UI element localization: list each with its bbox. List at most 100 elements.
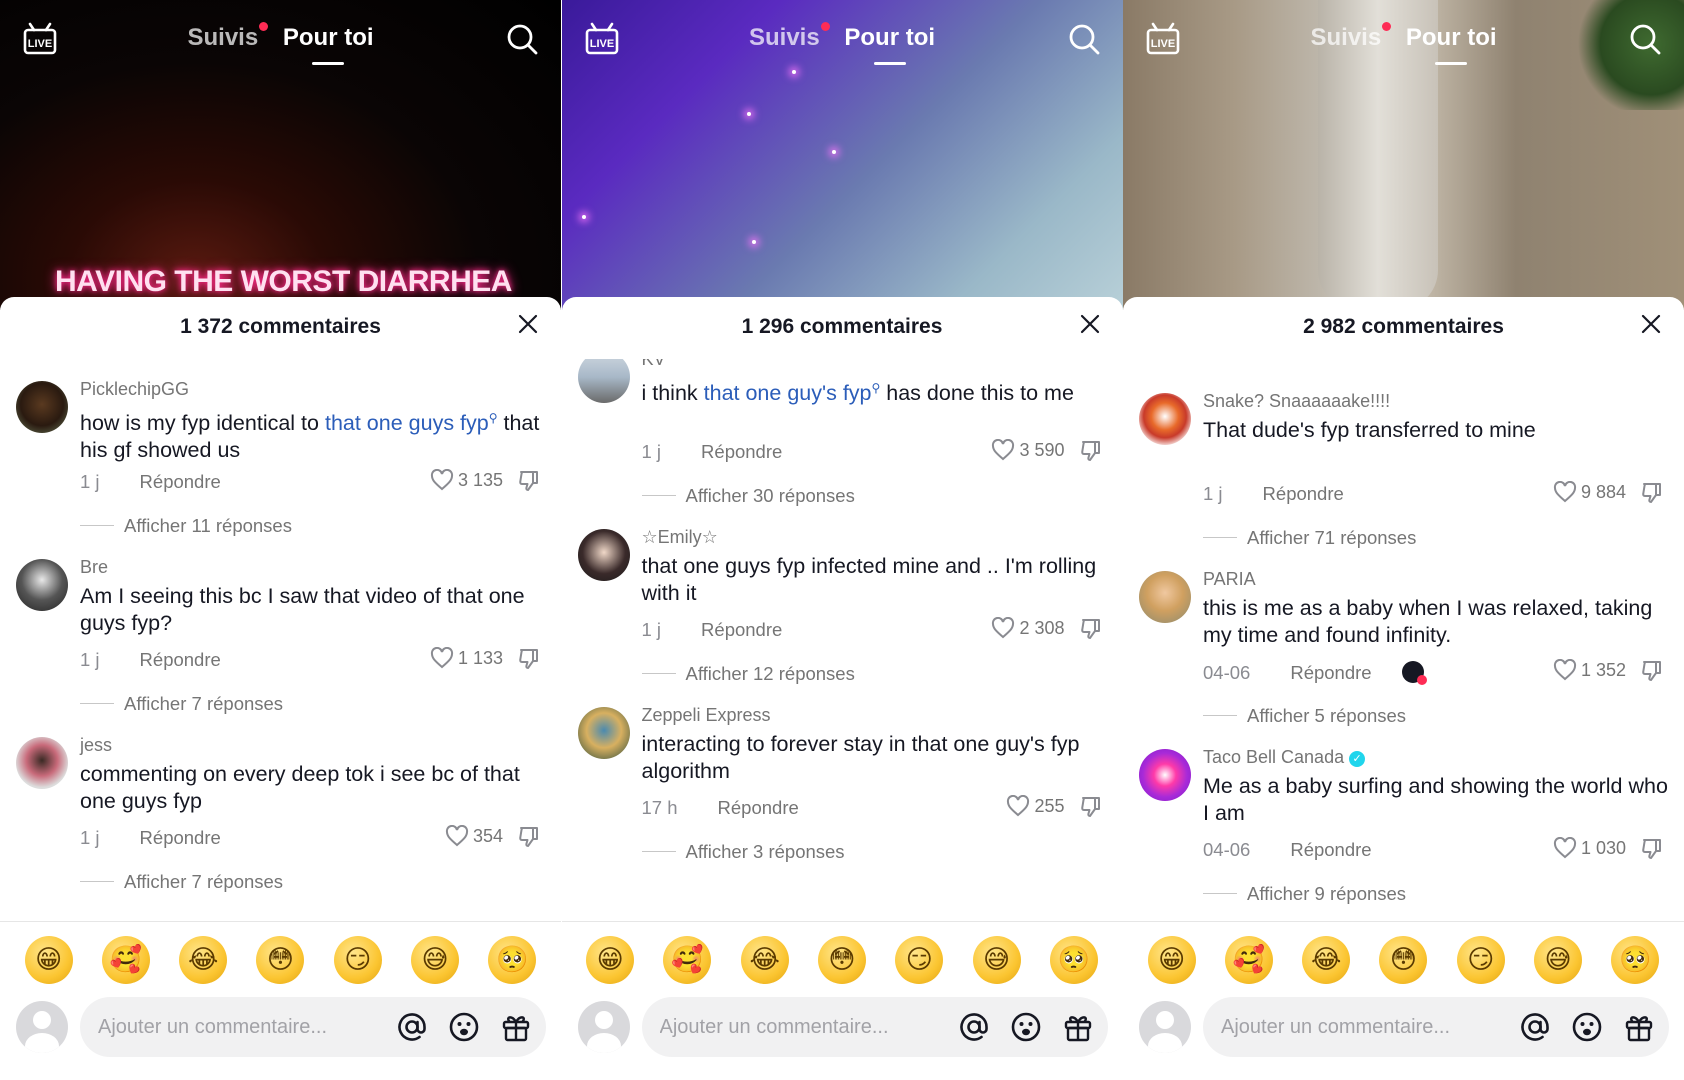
avatar[interactable] [577, 529, 630, 581]
close-icon[interactable] [1640, 313, 1662, 335]
emoji-icon[interactable] [448, 1011, 480, 1043]
emoji-shortcut[interactable]: 🥺 [488, 935, 537, 984]
comment-input-box[interactable] [1203, 997, 1669, 1057]
emoji-shortcut[interactable]: 😏 [333, 935, 382, 984]
dislike-icon[interactable] [1640, 837, 1664, 861]
search-highlight-link[interactable]: that one guys fyp [325, 411, 489, 435]
reply-button[interactable]: Répondre [701, 441, 782, 462]
avatar[interactable] [577, 707, 630, 759]
close-icon[interactable] [1079, 313, 1101, 335]
search-icon[interactable] [505, 22, 539, 56]
emoji-shortcut[interactable]: 😂 [179, 935, 228, 984]
dislike-icon[interactable] [1079, 795, 1103, 819]
avatar[interactable] [16, 737, 68, 789]
tab-following[interactable]: Suivis [1310, 22, 1392, 51]
avatar[interactable] [577, 359, 630, 403]
comment-list[interactable]: PicklechipGG how is my fyp identical to t… [0, 359, 561, 919]
like-button[interactable]: 1 133 [430, 647, 503, 669]
avatar[interactable] [16, 559, 68, 611]
gift-icon[interactable] [500, 1011, 532, 1043]
comment-input-box[interactable] [641, 997, 1108, 1057]
comment-username[interactable]: KV [642, 359, 666, 370]
comment-item[interactable]: Bre Am I seeing this bc I saw that video … [0, 537, 561, 729]
comment-item[interactable]: PARIA this is me as a baby when I was rel… [1123, 549, 1684, 741]
comment-item[interactable]: KV i think that one guy's fyp⚲ has done t… [562, 359, 1123, 521]
dislike-icon[interactable] [1640, 481, 1664, 505]
like-button[interactable]: 3 135 [430, 469, 503, 491]
emoji-shortcut[interactable]: 😳 [256, 935, 305, 984]
comment-username[interactable]: jess [80, 735, 112, 756]
view-replies-button[interactable]: Afficher 9 réponses [1203, 883, 1406, 905]
comment-item[interactable]: ☆Emily☆ that one guys fyp infected mine a… [562, 507, 1123, 699]
emoji-shortcut[interactable]: 😏 [895, 935, 944, 984]
like-button[interactable]: 3 590 [991, 439, 1065, 461]
dislike-icon[interactable] [1079, 617, 1103, 641]
at-icon[interactable] [958, 1011, 990, 1043]
comment-username[interactable]: Bre [80, 557, 108, 578]
like-button[interactable]: 1 352 [1553, 659, 1626, 681]
like-button[interactable]: 1 030 [1553, 837, 1626, 859]
search-highlight-link[interactable]: that one guy's fyp [704, 381, 872, 405]
comment-username[interactable]: Snake? Snaaaaaake!!!! [1203, 391, 1390, 412]
dislike-icon[interactable] [1640, 659, 1664, 683]
avatar[interactable] [1139, 571, 1191, 623]
search-icon[interactable] [1628, 22, 1662, 56]
emoji-icon[interactable] [1010, 1011, 1042, 1043]
comment-username[interactable]: PARIA [1203, 569, 1256, 590]
emoji-shortcut[interactable]: 😁 [24, 935, 73, 984]
like-button[interactable]: 255 [1006, 795, 1065, 817]
search-icon[interactable] [1067, 22, 1101, 56]
comment-username[interactable]: Zeppeli Express [642, 705, 771, 726]
emoji-shortcut[interactable]: 😂 [740, 935, 789, 984]
tab-for-you[interactable]: Pour toi [283, 24, 374, 65]
view-replies-button[interactable]: Afficher 11 réponses [80, 515, 292, 537]
reply-button[interactable]: Répondre [140, 471, 221, 492]
dislike-icon[interactable] [517, 469, 541, 493]
comment-item[interactable]: jess commenting on every deep tok i see b… [0, 715, 561, 907]
at-icon[interactable] [1519, 1011, 1551, 1043]
emoji-shortcut[interactable]: 🥺 [1049, 935, 1098, 984]
emoji-shortcut[interactable]: 😅 [1534, 935, 1583, 984]
view-replies-button[interactable]: Afficher 30 réponses [642, 485, 855, 507]
tab-for-you[interactable]: Pour toi [1406, 24, 1497, 65]
view-replies-button[interactable]: Afficher 7 réponses [80, 693, 283, 715]
comment-list[interactable]: KV i think that one guy's fyp⚲ has done t… [562, 359, 1123, 919]
reply-button[interactable]: Répondre [1263, 483, 1344, 504]
like-button[interactable]: 354 [445, 825, 503, 847]
comment-item[interactable]: Snake? Snaaaaaake!!!! That dude's fyp tra… [1123, 371, 1684, 563]
reply-button[interactable]: Répondre [701, 619, 782, 640]
reply-button[interactable]: Répondre [1290, 839, 1371, 860]
emoji-shortcut[interactable]: 😳 [1379, 935, 1428, 984]
reply-button[interactable]: Répondre [140, 827, 221, 848]
view-replies-button[interactable]: Afficher 3 réponses [642, 841, 845, 863]
emoji-shortcut[interactable]: 🥰 [1224, 935, 1273, 984]
avatar[interactable] [1139, 749, 1191, 801]
gift-icon[interactable] [1062, 1011, 1094, 1043]
comment-list[interactable]: Snake? Snaaaaaake!!!! That dude's fyp tra… [1123, 359, 1684, 919]
comment-username[interactable]: PicklechipGG [80, 379, 189, 400]
comment-item[interactable]: Zeppeli Express interacting to forever st… [562, 685, 1123, 877]
emoji-shortcut[interactable]: 😅 [411, 935, 460, 984]
comment-input[interactable] [659, 1015, 915, 1039]
emoji-shortcut[interactable]: 🥰 [101, 935, 150, 984]
emoji-shortcut[interactable]: 😳 [817, 935, 866, 984]
emoji-shortcut[interactable]: 😁 [586, 935, 635, 984]
comment-item[interactable]: Taco Bell Canada ✓ Me as a baby surfing an… [1123, 727, 1684, 919]
like-button[interactable]: 9 884 [1553, 481, 1626, 503]
emoji-shortcut[interactable]: 😂 [1302, 935, 1351, 984]
at-icon[interactable] [396, 1011, 428, 1043]
close-icon[interactable] [517, 313, 539, 335]
gift-icon[interactable] [1623, 1011, 1655, 1043]
emoji-shortcut[interactable]: 🥰 [663, 935, 712, 984]
dislike-icon[interactable] [1079, 439, 1103, 463]
view-replies-button[interactable]: Afficher 5 réponses [1203, 705, 1406, 727]
comment-username[interactable]: Taco Bell Canada ✓ [1203, 747, 1366, 768]
avatar[interactable] [1139, 393, 1191, 445]
tab-following[interactable]: Suivis [187, 22, 269, 51]
reply-button[interactable]: Répondre [718, 797, 799, 818]
tab-following[interactable]: Suivis [749, 22, 830, 51]
emoji-shortcut[interactable]: 😏 [1456, 935, 1505, 984]
emoji-shortcut[interactable]: 😅 [972, 935, 1021, 984]
tab-for-you[interactable]: Pour toi [844, 24, 935, 65]
dislike-icon[interactable] [517, 825, 541, 849]
